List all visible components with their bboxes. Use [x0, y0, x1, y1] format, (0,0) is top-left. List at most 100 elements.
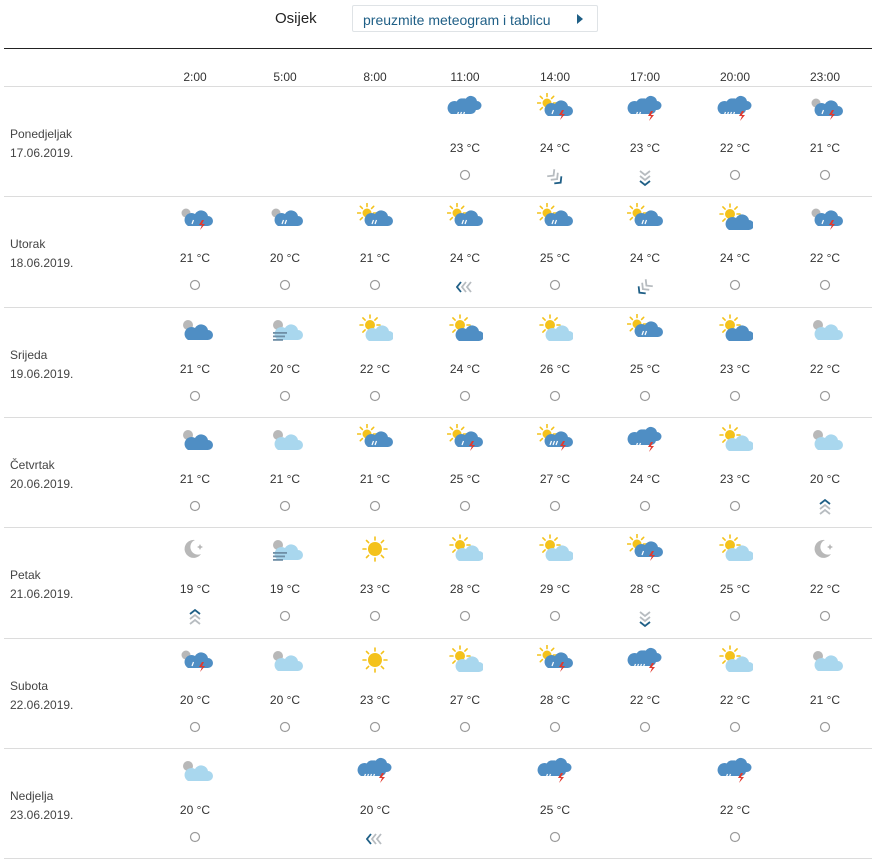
calm-icon	[726, 167, 744, 187]
moon-cloud-icon	[177, 424, 213, 454]
day-name: Petak	[10, 568, 41, 583]
forecast-cell[interactable]: 22 °C	[340, 308, 410, 418]
forecast-cell[interactable]: 19 °C	[250, 528, 320, 638]
sun-cloud-thunder-icon	[626, 533, 663, 564]
moon-cloud-thunder-icon	[807, 203, 843, 233]
forecast-cell[interactable]: 24 °C	[700, 197, 770, 307]
sun-cloud-rain-thunder-icon	[536, 423, 573, 454]
forecast-cell[interactable]: 24 °C	[520, 87, 590, 197]
forecast-cell[interactable]: 27 °C	[430, 639, 500, 749]
forecast-cell[interactable]: 20 °C	[250, 197, 320, 307]
forecast-cell[interactable]: 21 °C	[790, 87, 860, 197]
forecast-cell[interactable]: 26 °C	[520, 308, 590, 418]
temperature: 24 °C	[449, 251, 481, 266]
forecast-cell[interactable]: 25 °C	[520, 197, 590, 307]
forecast-cell[interactable]: 23 °C	[610, 87, 680, 197]
forecast-cell[interactable]: 29 °C	[520, 528, 590, 638]
temperature: 23 °C	[629, 141, 661, 155]
day-date: 19.06.2019.	[10, 366, 74, 381]
forecast-cell[interactable]: 22 °C	[700, 87, 770, 197]
forecast-cell[interactable]: 24 °C	[430, 308, 500, 418]
sun-icon	[357, 534, 393, 564]
day-date: 17.06.2019.	[10, 146, 74, 160]
forecast-cell[interactable]: 20 °C	[340, 749, 410, 859]
hour-label: 5:00	[273, 70, 297, 84]
forecast-cell[interactable]: 20 °C	[160, 749, 230, 859]
forecast-cell[interactable]: 28 °C	[430, 528, 500, 638]
moon-light-cloud-icon	[267, 645, 303, 675]
forecast-cell[interactable]: 22 °C	[700, 639, 770, 749]
temperature: 21 °C	[269, 471, 301, 486]
temperature: 21 °C	[179, 471, 211, 486]
forecast-cell[interactable]: 25 °C	[520, 749, 590, 859]
day-name: Srijeda	[10, 347, 48, 362]
forecast-cell[interactable]: 22 °C	[790, 308, 860, 418]
calm-icon	[276, 388, 294, 408]
sun-cloud-thunder-icon	[536, 644, 573, 675]
header: Osijek preuzmite meteogram i tablicu	[0, 0, 879, 48]
calm-icon	[816, 167, 834, 187]
download-meteogram-button[interactable]: preuzmite meteogram i tablicu	[352, 5, 598, 32]
forecast-cell[interactable]: 22 °C	[790, 197, 860, 307]
temperature: 22 °C	[359, 361, 391, 376]
moon-cloud-thunder-icon	[807, 93, 843, 123]
moon-light-cloud-icon	[807, 645, 843, 675]
forecast-cell[interactable]: 24 °C	[610, 418, 680, 528]
forecast-cell[interactable]: 28 °C	[520, 639, 590, 749]
calm-icon	[186, 388, 204, 408]
calm-icon	[726, 829, 744, 849]
calm-icon	[366, 277, 384, 297]
forecast-cell[interactable]: 25 °C	[610, 308, 680, 418]
sun-light-cloud-icon	[717, 424, 754, 454]
forecast-cell[interactable]: 23 °C	[700, 418, 770, 528]
calm-icon	[276, 608, 294, 628]
temperature: 23 °C	[359, 692, 391, 707]
forecast-cell[interactable]: 22 °C	[700, 749, 770, 859]
forecast-cell[interactable]: 20 °C	[160, 639, 230, 749]
forecast-cell[interactable]: 20 °C	[250, 308, 320, 418]
temperature: 20 °C	[359, 802, 391, 817]
calm-icon	[366, 608, 384, 628]
forecast-cell[interactable]: 21 °C	[340, 418, 410, 528]
temperature: 28 °C	[629, 582, 661, 597]
forecast-cell[interactable]: 22 °C	[610, 639, 680, 749]
forecast-cell[interactable]: 19 °C	[160, 528, 230, 638]
forecast-cell[interactable]: 21 °C	[340, 197, 410, 307]
cloud-sleet-thunder-icon	[627, 93, 663, 123]
temperature: 22 °C	[719, 802, 751, 817]
temperature: 20 °C	[269, 361, 301, 376]
forecast-cell[interactable]: 21 °C	[160, 308, 230, 418]
forecast-cell[interactable]: 25 °C	[430, 418, 500, 528]
temperature: 23 °C	[359, 582, 391, 597]
calm-icon	[546, 608, 564, 628]
day-label: Petak 21.06.2019.	[10, 566, 73, 604]
forecast-cell[interactable]: 21 °C	[160, 418, 230, 528]
forecast-cell[interactable]: 25 °C	[700, 528, 770, 638]
day-row: Utorak 18.06.2019. 21 °C 20 °C 21 °C 24 °C 25 …	[0, 197, 879, 307]
forecast-cell[interactable]: 24 °C	[610, 197, 680, 307]
forecast-cell[interactable]: 23 °C	[340, 528, 410, 638]
hour-label: 20:00	[719, 70, 751, 84]
forecast-cell[interactable]: 23 °C	[430, 87, 500, 197]
wind-arrow-southeast-icon	[546, 167, 564, 187]
cloud-rain-thunder-icon	[627, 645, 663, 675]
forecast-cell[interactable]: 21 °C	[250, 418, 320, 528]
calm-icon	[726, 719, 744, 739]
day-row: Nedjelja 23.06.2019. 20 °C 20 °C 25 °C 22 °C	[0, 749, 879, 859]
forecast-cell[interactable]: 21 °C	[790, 639, 860, 749]
forecast-cell[interactable]: 23 °C	[700, 308, 770, 418]
temperature: 23 °C	[719, 361, 751, 376]
forecast-cell[interactable]: 27 °C	[520, 418, 590, 528]
caret-right-icon	[577, 14, 583, 24]
sun-cloud-sleet-icon	[356, 423, 393, 454]
forecast-cell[interactable]: 21 °C	[160, 197, 230, 307]
forecast-cell[interactable]: 22 °C	[790, 528, 860, 638]
forecast-cell[interactable]: 20 °C	[250, 639, 320, 749]
forecast-cell[interactable]: 20 °C	[790, 418, 860, 528]
forecast-cell[interactable]: 23 °C	[340, 639, 410, 749]
forecast-cell[interactable]: 28 °C	[610, 528, 680, 638]
forecast-cell[interactable]: 24 °C	[430, 197, 500, 307]
sun-cloud-sleet-icon	[626, 313, 663, 344]
calm-icon	[636, 719, 654, 739]
temperature: 26 °C	[539, 361, 571, 376]
